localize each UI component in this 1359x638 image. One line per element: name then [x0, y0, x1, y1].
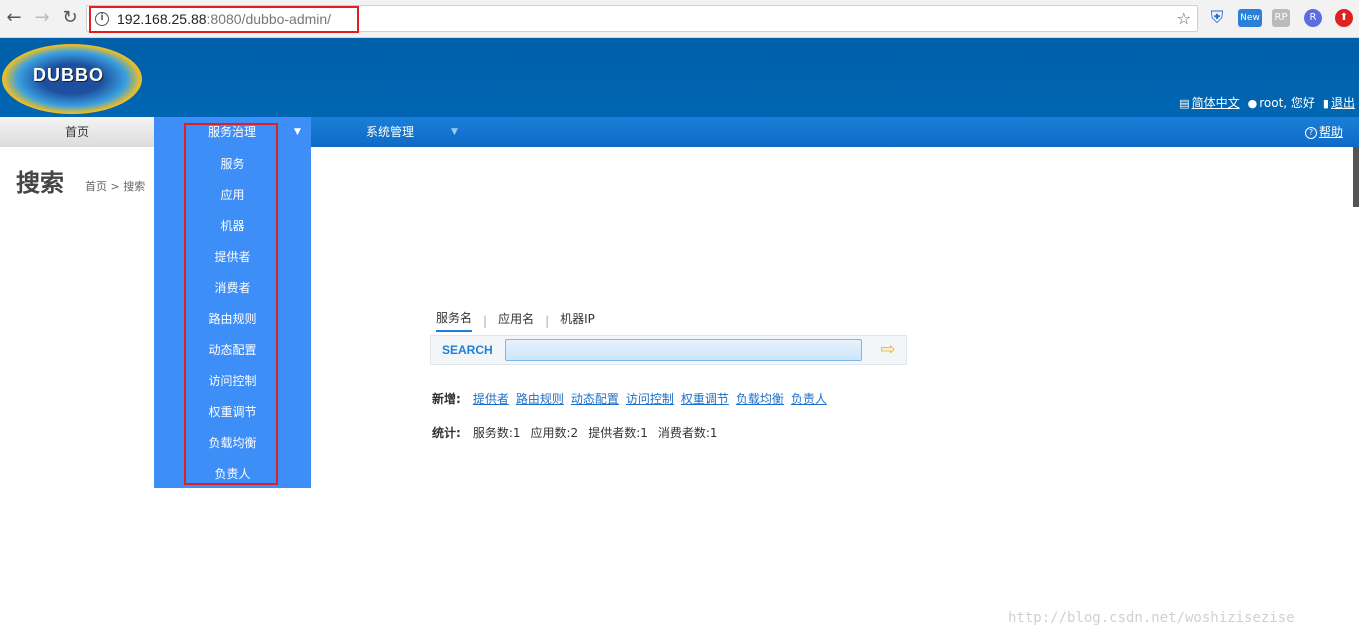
arrow-right-icon[interactable]: ⇨	[877, 341, 899, 359]
add-provider-link[interactable]: 提供者	[473, 390, 509, 407]
reload-icon[interactable]: ↻	[60, 8, 80, 28]
stat-services: 服务数:1	[472, 426, 521, 440]
statistics: 统计: 服务数:1 应用数:2 提供者数:1 消费者数:1	[432, 426, 718, 440]
watermark: http://blog.csdn.net/woshizisezise	[1008, 610, 1295, 626]
shield-extension-icon[interactable]: ⛨	[1208, 9, 1226, 27]
add-access-control-link[interactable]: 访问控制	[626, 390, 674, 407]
search-box: SEARCH ⇨	[430, 335, 907, 365]
tab-separator: |	[483, 313, 488, 328]
search-input[interactable]	[505, 339, 862, 361]
search-label: SEARCH	[442, 343, 493, 357]
upload-extension-icon[interactable]: ⬆	[1335, 9, 1353, 27]
caret-down-icon: ▼	[451, 127, 458, 137]
breadcrumb: 首页 > 搜索	[85, 180, 146, 193]
user-icon: ●	[1247, 97, 1258, 110]
help-icon: ?	[1304, 126, 1317, 139]
logo-text: DUBBO	[33, 65, 104, 85]
search-tabs: 服务名 | 应用名 | 机器IP	[436, 309, 595, 332]
tab-service-name[interactable]: 服务名	[436, 309, 473, 332]
nav-home[interactable]: 首页	[0, 117, 154, 147]
nav-system-management[interactable]: 系统管理 ▼	[311, 117, 471, 147]
add-load-balance-link[interactable]: 负载均衡	[736, 390, 784, 407]
address-bar[interactable]: i 192.168.25.88:8080/dubbo-admin/ ☆	[86, 5, 1198, 33]
menu-highlight-annotation	[184, 123, 278, 485]
add-dynamic-config-link[interactable]: 动态配置	[571, 390, 619, 407]
rp-extension-icon[interactable]: RP	[1272, 9, 1290, 27]
add-owner-link[interactable]: 负责人	[791, 390, 827, 407]
page-title: 搜索	[16, 169, 64, 197]
r-extension-icon[interactable]: R	[1304, 9, 1322, 27]
header-links: ▤ 简体中文 ● root, 您好 ▮ 退出	[1179, 94, 1355, 111]
user-greeting: ● root, 您好	[1247, 96, 1315, 110]
language-link[interactable]: ▤ 简体中文	[1179, 94, 1239, 111]
url-highlight-annotation	[89, 6, 359, 33]
bookmark-star-icon[interactable]: ☆	[1177, 9, 1191, 28]
tab-machine-ip[interactable]: 机器IP	[560, 310, 595, 331]
tab-app-name[interactable]: 应用名	[498, 310, 534, 331]
caret-down-icon: ▼	[294, 127, 301, 137]
stat-providers: 提供者数:1	[588, 426, 648, 440]
tab-separator: |	[545, 313, 550, 328]
document-icon: ▤	[1179, 97, 1190, 110]
app-header: DUBBO ▤ 简体中文 ● root, 您好 ▮ 退出	[0, 38, 1359, 117]
new-extension-icon[interactable]: New	[1238, 9, 1262, 27]
scrollbar[interactable]	[1353, 147, 1359, 207]
logout-icon: ▮	[1322, 97, 1329, 110]
add-weight-adjust-link[interactable]: 权重调节	[681, 390, 729, 407]
stat-consumers: 消费者数:1	[657, 426, 718, 440]
nav-help[interactable]: ? 帮助	[1304, 117, 1343, 147]
back-arrow-icon[interactable]: ←	[4, 8, 24, 28]
add-route-rule-link[interactable]: 路由规则	[516, 390, 564, 407]
logout-link[interactable]: ▮ 退出	[1323, 94, 1355, 111]
forward-arrow-icon[interactable]: →	[32, 8, 52, 28]
add-links: 新增: 提供者 路由规则 动态配置 访问控制 权重调节 负载均衡 负责人	[432, 390, 827, 407]
stat-applications: 应用数:2	[530, 426, 579, 440]
browser-toolbar: ← → ↻ i 192.168.25.88:8080/dubbo-admin/ …	[0, 0, 1359, 38]
